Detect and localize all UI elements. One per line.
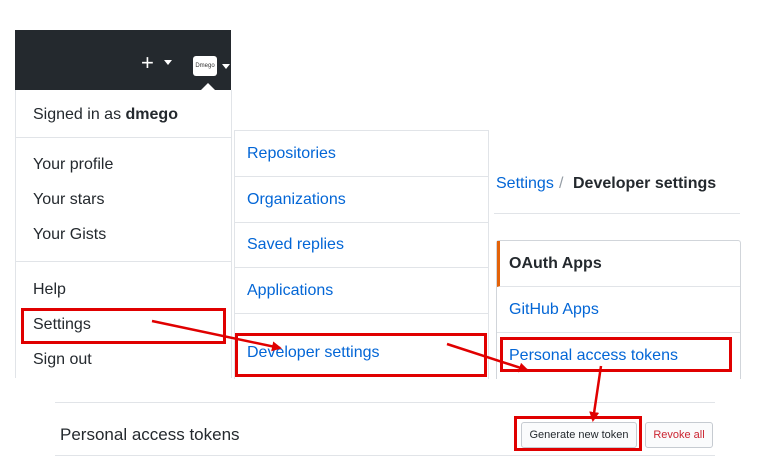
arrow-to-developer-settings (151, 319, 282, 352)
annotation-arrows (151, 319, 603, 422)
arrow-to-personal-access-tokens (446, 342, 529, 373)
arrow-to-generate-token (589, 365, 603, 422)
